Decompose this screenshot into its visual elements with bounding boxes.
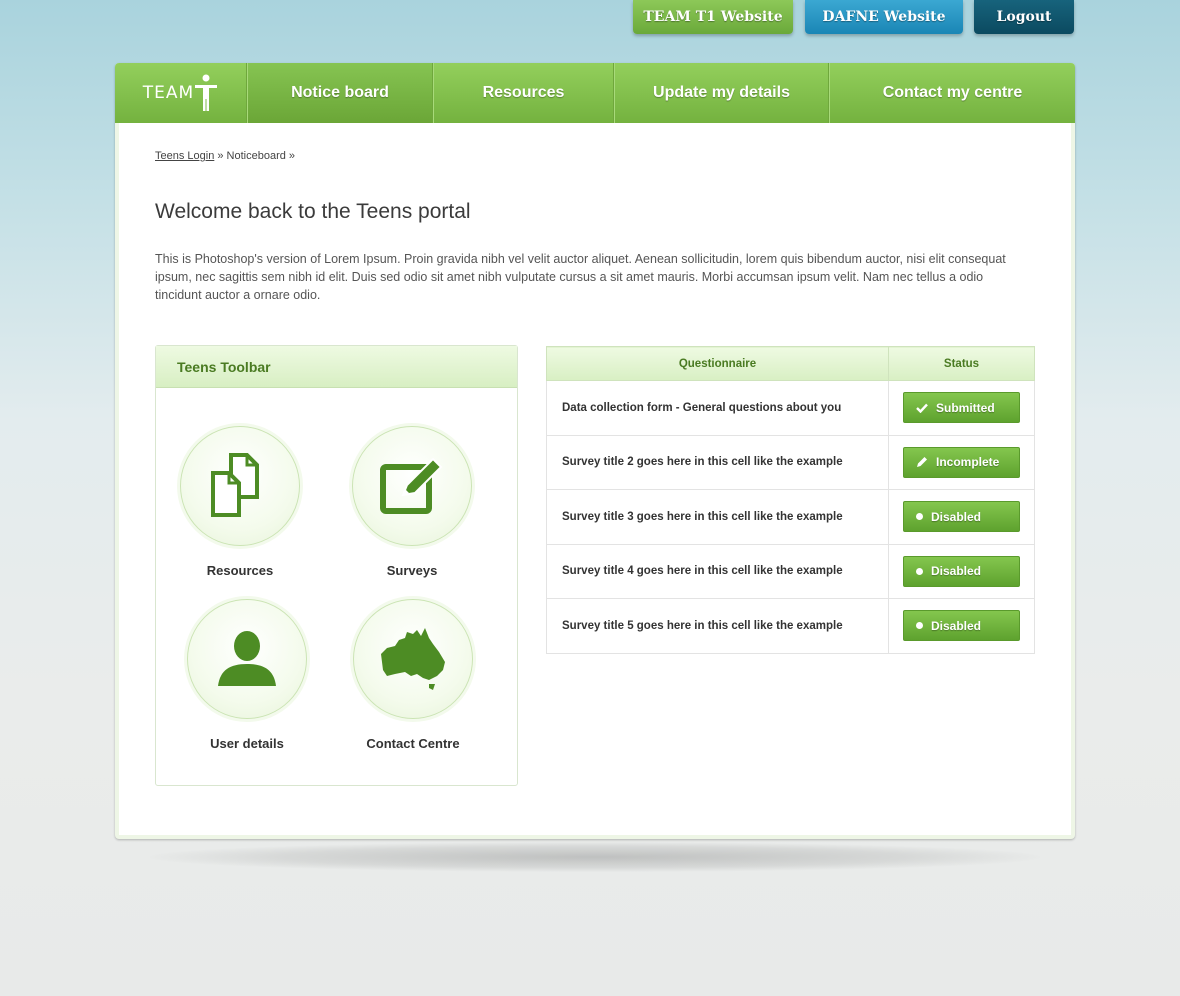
status-cell: Incomplete <box>888 434 1035 490</box>
logo-figure-icon <box>195 74 218 111</box>
table-header-row: Questionnaire Status <box>546 346 1035 381</box>
page-title: Welcome back to the Teens portal <box>155 200 471 223</box>
logout-button[interactable]: Logout <box>974 0 1074 34</box>
tool-resources-circle <box>180 426 300 546</box>
tool-resources[interactable]: Resources <box>160 426 320 578</box>
status-label: Disabled <box>931 509 982 524</box>
status-button-disabled[interactable]: Disabled <box>903 555 1020 587</box>
tool-contact-centre-label: Contact Centre <box>366 736 460 751</box>
status-label: Disabled <box>931 564 982 579</box>
table-row: Survey title 5 goes here in this cell li… <box>546 598 1035 654</box>
status-cell: Disabled <box>888 543 1035 599</box>
table-row: Data collection form - General questions… <box>546 380 1035 436</box>
toolbar-title: Teens Toolbar <box>156 346 517 388</box>
questionnaire-name[interactable]: Survey title 3 goes here in this cell li… <box>546 489 889 545</box>
column-header-status: Status <box>888 346 1035 381</box>
tool-contact-centre-circle <box>353 599 473 719</box>
dafne-website-button[interactable]: DAFNE Website <box>805 0 963 34</box>
pencil-icon <box>917 457 927 468</box>
status-label: Submitted <box>936 400 995 415</box>
questionnaire-table: Questionnaire Status Data collection for… <box>546 346 1035 654</box>
breadcrumb: Teens Login » Noticeboard » <box>155 150 295 162</box>
main-nav: TEAM Notice board Resources Update my de… <box>115 63 1075 123</box>
status-cell: Disabled <box>888 489 1035 545</box>
nav-notice-board[interactable]: Notice board <box>247 63 433 123</box>
tool-user-details-label: User details <box>210 736 284 751</box>
questionnaire-name[interactable]: Survey title 4 goes here in this cell li… <box>546 543 889 599</box>
column-header-questionnaire: Questionnaire <box>546 346 889 381</box>
table-row: Survey title 3 goes here in this cell li… <box>546 489 1035 545</box>
breadcrumb-teens-login-link[interactable]: Teens Login <box>155 150 214 162</box>
tool-surveys-circle <box>352 426 472 546</box>
edit-icon <box>380 457 443 514</box>
questionnaire-name[interactable]: Survey title 2 goes here in this cell li… <box>546 434 889 490</box>
table-row: Survey title 4 goes here in this cell li… <box>546 543 1035 599</box>
logo-text: TEAM <box>142 83 195 103</box>
status-button-disabled[interactable]: Disabled <box>903 501 1020 533</box>
status-label: Disabled <box>931 618 982 633</box>
status-button-incomplete[interactable]: Incomplete <box>903 446 1020 478</box>
table-row: Survey title 2 goes here in this cell li… <box>546 434 1035 490</box>
status-label: Incomplete <box>936 455 1000 470</box>
tool-surveys-label: Surveys <box>386 563 438 578</box>
tool-user-details[interactable]: User details <box>167 599 327 751</box>
questionnaire-name[interactable]: Data collection form - General questions… <box>546 380 889 436</box>
check-icon <box>916 403 928 413</box>
intro-text: This is Photoshop's version of Lorem Ips… <box>155 252 1006 302</box>
australia-map-icon <box>381 628 445 690</box>
status-cell: Disabled <box>888 598 1035 654</box>
teens-toolbar: Teens Toolbar Resources Surveys User det… <box>155 345 518 786</box>
nav-update-my-details[interactable]: Update my details <box>614 63 829 123</box>
status-cell: Submitted <box>888 380 1035 436</box>
status-button-disabled[interactable]: Disabled <box>903 610 1020 642</box>
status-button-submitted[interactable]: Submitted <box>903 392 1020 424</box>
tool-resources-label: Resources <box>206 563 274 578</box>
nav-resources[interactable]: Resources <box>433 63 614 123</box>
questionnaire-name[interactable]: Survey title 5 goes here in this cell li… <box>546 598 889 654</box>
team-t1-logo[interactable]: TEAM <box>115 63 247 123</box>
user-icon <box>218 631 276 686</box>
nav-contact-my-centre[interactable]: Contact my centre <box>829 63 1075 123</box>
breadcrumb-rest: » Noticeboard » <box>214 150 296 162</box>
documents-icon <box>211 453 259 517</box>
team-t1-website-button[interactable]: TEAM T1 Website <box>633 0 793 34</box>
tool-contact-centre[interactable]: Contact Centre <box>333 599 493 751</box>
tool-user-details-circle <box>187 599 307 719</box>
panel-shadow <box>150 842 1040 872</box>
dot-icon <box>916 513 923 521</box>
dot-icon <box>916 622 923 630</box>
dot-icon <box>916 567 923 575</box>
tool-surveys[interactable]: Surveys <box>332 426 492 578</box>
